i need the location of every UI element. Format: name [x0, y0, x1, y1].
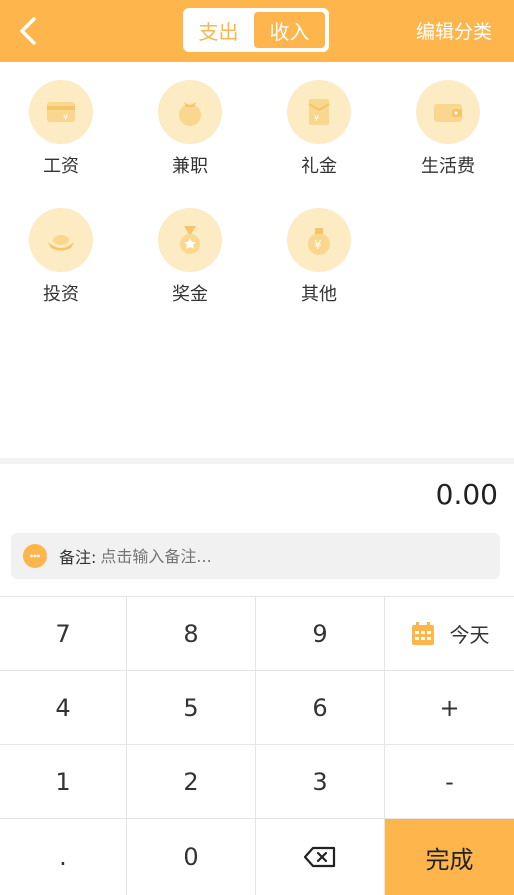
plus-key[interactable]: + — [385, 671, 514, 745]
category-label: 生活费 — [421, 156, 475, 177]
moneybag-icon — [158, 80, 222, 144]
backspace-icon — [303, 846, 336, 868]
category-bonus[interactable]: 奖金 — [135, 200, 245, 320]
note-field[interactable]: 备注: — [11, 533, 500, 579]
key-7[interactable]: 7 — [0, 597, 127, 671]
key-4[interactable]: 4 — [0, 671, 127, 745]
category-label: 其他 — [301, 284, 337, 305]
key-8[interactable]: 8 — [127, 597, 256, 671]
svg-text:¥: ¥ — [63, 113, 68, 122]
key-9[interactable]: 9 — [256, 597, 385, 671]
svg-text:¥: ¥ — [314, 114, 319, 123]
chevron-left-icon — [20, 17, 36, 45]
tab-expense[interactable]: 支出 — [183, 8, 254, 52]
top-bar: 支出 收入 编辑分类 — [0, 0, 514, 62]
purse-icon — [416, 80, 480, 144]
date-key[interactable]: 今天 — [385, 597, 514, 671]
done-button[interactable]: 完成 — [385, 819, 514, 895]
backspace-key[interactable] — [256, 819, 385, 895]
category-other[interactable]: ¥ 其他 — [264, 200, 374, 320]
category-label: 礼金 — [301, 156, 337, 177]
date-label: 今天 — [449, 623, 490, 647]
category-investment[interactable]: 投资 — [6, 200, 116, 320]
edit-category-button[interactable]: 编辑分类 — [416, 17, 492, 44]
category-label: 投资 — [43, 284, 79, 305]
key-decimal[interactable]: . — [0, 819, 127, 895]
category-salary[interactable]: ¥ 工资 — [6, 72, 116, 192]
category-label: 兼职 — [172, 156, 208, 177]
section-divider — [0, 458, 514, 464]
chat-bubble-icon — [23, 544, 47, 568]
category-living-expenses[interactable]: 生活费 — [393, 72, 503, 192]
tab-income[interactable]: 收入 — [254, 12, 325, 48]
key-5[interactable]: 5 — [127, 671, 256, 745]
number-keypad: 7 8 9 今天 4 5 6 + 1 2 3 - . 0 完成 — [0, 596, 514, 895]
wallet-card-icon: ¥ — [29, 80, 93, 144]
type-segment: 支出 收入 — [183, 8, 329, 52]
amount-display: 0.00 — [435, 478, 498, 511]
note-input[interactable] — [98, 545, 403, 567]
key-3[interactable]: 3 — [256, 745, 385, 819]
calendar-icon — [411, 621, 434, 645]
category-giftmoney[interactable]: ¥ 礼金 — [264, 72, 374, 192]
yuan-bag-icon: ¥ — [287, 208, 351, 272]
category-label: 奖金 — [172, 284, 208, 305]
minus-key[interactable]: - — [385, 745, 514, 819]
key-2[interactable]: 2 — [127, 745, 256, 819]
category-label: 工资 — [43, 156, 79, 177]
red-envelope-icon: ¥ — [287, 80, 351, 144]
svg-text:¥: ¥ — [314, 238, 322, 252]
note-label: 备注: — [59, 548, 97, 567]
key-1[interactable]: 1 — [0, 745, 127, 819]
key-6[interactable]: 6 — [256, 671, 385, 745]
category-parttime[interactable]: 兼职 — [135, 72, 245, 192]
back-button[interactable] — [12, 13, 48, 49]
key-0[interactable]: 0 — [127, 819, 256, 895]
medal-icon — [158, 208, 222, 272]
gold-ingot-icon — [29, 208, 93, 272]
